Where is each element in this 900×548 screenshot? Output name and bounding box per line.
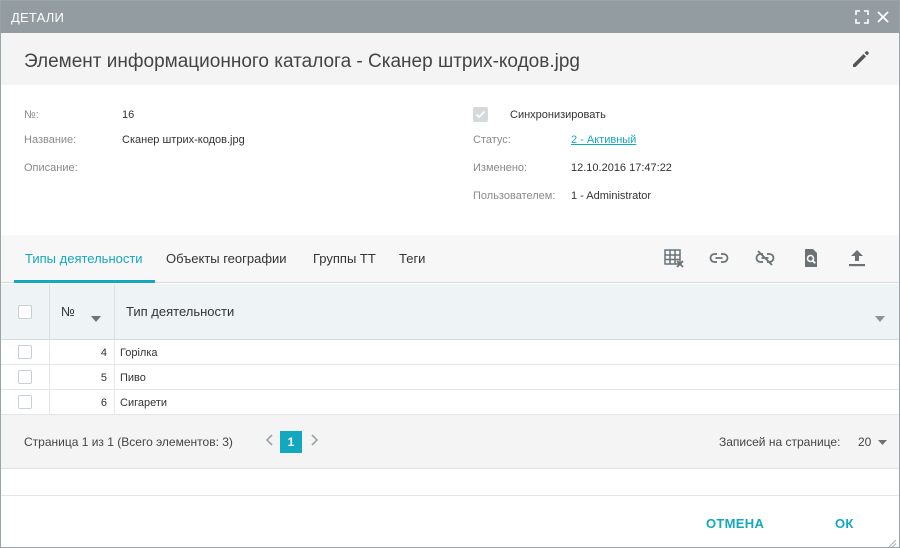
select-all-checkbox[interactable] — [18, 305, 32, 319]
status-link[interactable]: 2 - Активный — [571, 134, 636, 146]
details-dialog: ДЕТАЛИ Элемент информационного каталога … — [0, 0, 900, 548]
page-size-select[interactable]: 20 — [858, 435, 887, 449]
table-row[interactable]: 5 Пиво — [1, 365, 899, 390]
details-properties: №: 16 Название: Сканер штрих-кодов.jpg О… — [1, 85, 899, 235]
column-header-activity-type[interactable]: Тип деятельности — [126, 304, 234, 319]
link-icon[interactable] — [708, 247, 730, 269]
tab-outlet-groups[interactable]: Группы ТТ — [313, 251, 376, 266]
name-value: Сканер штрих-кодов.jpg — [122, 134, 245, 146]
row-checkbox[interactable] — [18, 395, 32, 409]
document-search-icon[interactable] — [800, 247, 822, 269]
user-label: Пользователем: — [473, 190, 556, 202]
row-activity-type: Горілка — [120, 347, 158, 359]
status-label: Статус: — [473, 134, 511, 146]
ok-button[interactable]: ОК — [835, 516, 854, 531]
row-number: 6 — [100, 397, 107, 409]
pencil-icon[interactable] — [850, 48, 872, 70]
column-divider — [49, 284, 50, 340]
number-value: 16 — [122, 109, 135, 121]
dialog-title: ДЕТАЛИ — [11, 10, 65, 25]
unlink-icon[interactable] — [754, 247, 776, 269]
upload-icon[interactable] — [846, 247, 868, 269]
table-row[interactable]: 4 Горілка — [1, 340, 899, 365]
tab-geography-objects[interactable]: Объекты географии — [166, 251, 287, 266]
grid-header: № Тип деятельности — [1, 284, 899, 340]
pager: Страница 1 из 1 (Всего элементов: 3) 1 З… — [1, 415, 899, 469]
page-title: Элемент информационного каталога - Скане… — [24, 51, 580, 72]
row-checkbox[interactable] — [18, 370, 32, 384]
checkmark-icon — [475, 110, 486, 119]
sync-checkbox[interactable] — [473, 107, 488, 122]
table-row[interactable]: 6 Сигарети — [1, 390, 899, 415]
details-header: Элемент информационного каталога - Скане… — [1, 33, 899, 85]
chevron-down-icon — [877, 439, 887, 445]
row-activity-type: Пиво — [120, 372, 146, 384]
row-checkbox[interactable] — [18, 345, 32, 359]
modified-label: Изменено: — [473, 162, 528, 174]
sort-desc-icon[interactable] — [91, 309, 101, 327]
column-menu-chevron-icon[interactable] — [875, 309, 885, 327]
pager-info: Страница 1 из 1 (Всего элементов: 3) — [24, 435, 233, 449]
description-label: Описание: — [24, 162, 78, 174]
row-activity-type: Сигарети — [120, 397, 168, 409]
page-button-current[interactable]: 1 — [280, 431, 302, 453]
tab-activity-types[interactable]: Типы деятельности — [25, 251, 143, 266]
page-size-value: 20 — [858, 435, 872, 449]
chevron-left-icon[interactable] — [264, 432, 276, 448]
number-label: №: — [24, 109, 39, 121]
tab-bar: Типы деятельности Объекты географии Груп… — [1, 235, 899, 283]
row-number: 4 — [100, 347, 107, 359]
page-size-label: Записей на странице: — [719, 435, 841, 449]
modified-value: 12.10.2016 17:47:22 — [571, 162, 672, 174]
active-tab-indicator — [14, 280, 155, 283]
clear-filter-icon[interactable] — [663, 247, 685, 269]
column-header-number[interactable]: № — [61, 304, 75, 319]
sync-label: Синхронизировать — [510, 109, 606, 121]
cancel-button[interactable]: ОТМЕНА — [706, 516, 764, 531]
close-icon[interactable] — [875, 9, 891, 25]
maximize-icon[interactable] — [854, 9, 870, 25]
chevron-right-icon[interactable] — [308, 432, 320, 448]
name-label: Название: — [24, 134, 77, 146]
row-number: 5 — [100, 372, 107, 384]
resize-grip-icon[interactable] — [887, 535, 897, 548]
title-bar: ДЕТАЛИ — [1, 1, 899, 33]
column-divider — [114, 284, 115, 340]
dialog-footer: ОТМЕНА ОК — [1, 495, 899, 547]
user-value: 1 - Administrator — [571, 190, 652, 202]
tab-tags[interactable]: Теги — [399, 251, 425, 266]
